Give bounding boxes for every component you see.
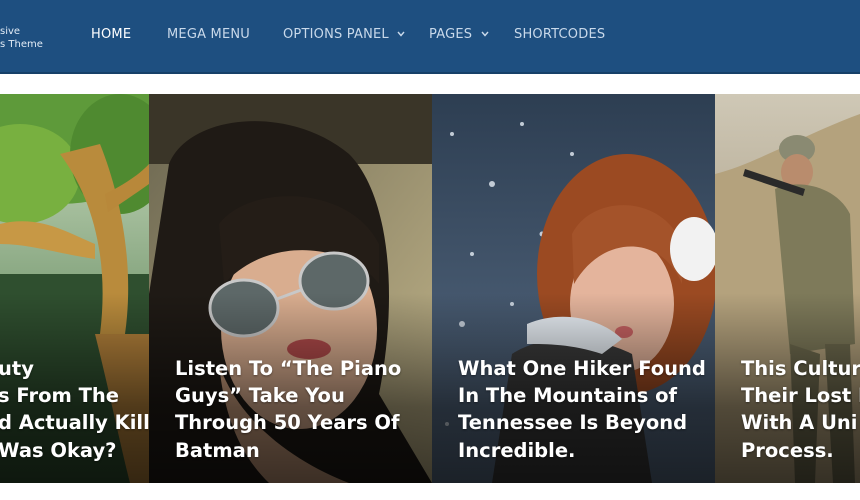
slide-title[interactable]: This Cultur Their Lost I With A Uni Proc… (741, 355, 860, 464)
nav-options-panel-label: OPTIONS PANEL (283, 27, 389, 42)
nav-options-panel[interactable]: OPTIONS PANEL (283, 27, 405, 45)
slide-title-line: Guys” Take You (175, 384, 345, 408)
chevron-down-icon (481, 31, 489, 37)
slide-title[interactable]: uty s From The d Actually Kill Was Okay? (0, 355, 149, 464)
slide-title-line: s From The (0, 384, 119, 408)
slide-title-line: What One Hiker Found (458, 357, 706, 380)
slide-title-line: Tennessee Is Beyond (458, 411, 688, 435)
nav-home[interactable]: HOME (91, 27, 131, 45)
slide-title-line: Incredible. (458, 438, 576, 462)
nav-pages-label: PAGES (429, 27, 473, 42)
slide-title[interactable]: Listen To “The Piano Guys” Take You Thro… (175, 355, 401, 464)
slide-title-line: This Cultur (741, 357, 860, 380)
slide-card[interactable]: uty s From The d Actually Kill Was Okay? (0, 94, 149, 483)
site-logo[interactable]: sive s Theme (0, 25, 43, 51)
chevron-down-icon (397, 31, 405, 37)
logo-line-1: sive (0, 26, 21, 37)
nav-home-label: HOME (91, 27, 132, 42)
logo-line-2: s Theme (0, 39, 43, 50)
slide-title-line: In The Mountains of (458, 384, 678, 408)
slide-card[interactable]: What One Hiker Found In The Mountains of… (432, 94, 715, 483)
slide-title-line: d Actually Kill (0, 411, 149, 435)
slide-title-line: Process. (741, 438, 834, 462)
slide-title-line: With A Uni (741, 411, 858, 435)
slide-title-line: uty (0, 357, 34, 380)
nav-mega-menu-label: MEGA MENU (167, 27, 250, 42)
nav-mega-menu[interactable]: MEGA MENU (167, 27, 250, 45)
slide-title-line: Through 50 Years Of (175, 411, 400, 435)
slide-title-line: Their Lost I (741, 384, 860, 408)
slide-card[interactable]: Listen To “The Piano Guys” Take You Thro… (149, 94, 432, 483)
slide-title-line: Was Okay? (0, 438, 117, 462)
featured-slider: uty s From The d Actually Kill Was Okay? (0, 94, 860, 483)
nav-shortcodes[interactable]: SHORTCODES (514, 27, 605, 45)
slide-title[interactable]: What One Hiker Found In The Mountains of… (458, 355, 706, 464)
slide-title-line: Batman (175, 438, 260, 462)
nav-pages[interactable]: PAGES (429, 27, 489, 45)
nav-shortcodes-label: SHORTCODES (514, 27, 606, 42)
site-header: sive s Theme HOME MEGA MENU OPTIONS PANE… (0, 0, 860, 74)
slide-title-line: Listen To “The Piano (175, 357, 402, 380)
slide-card[interactable]: This Cultur Their Lost I With A Uni Proc… (715, 94, 860, 483)
